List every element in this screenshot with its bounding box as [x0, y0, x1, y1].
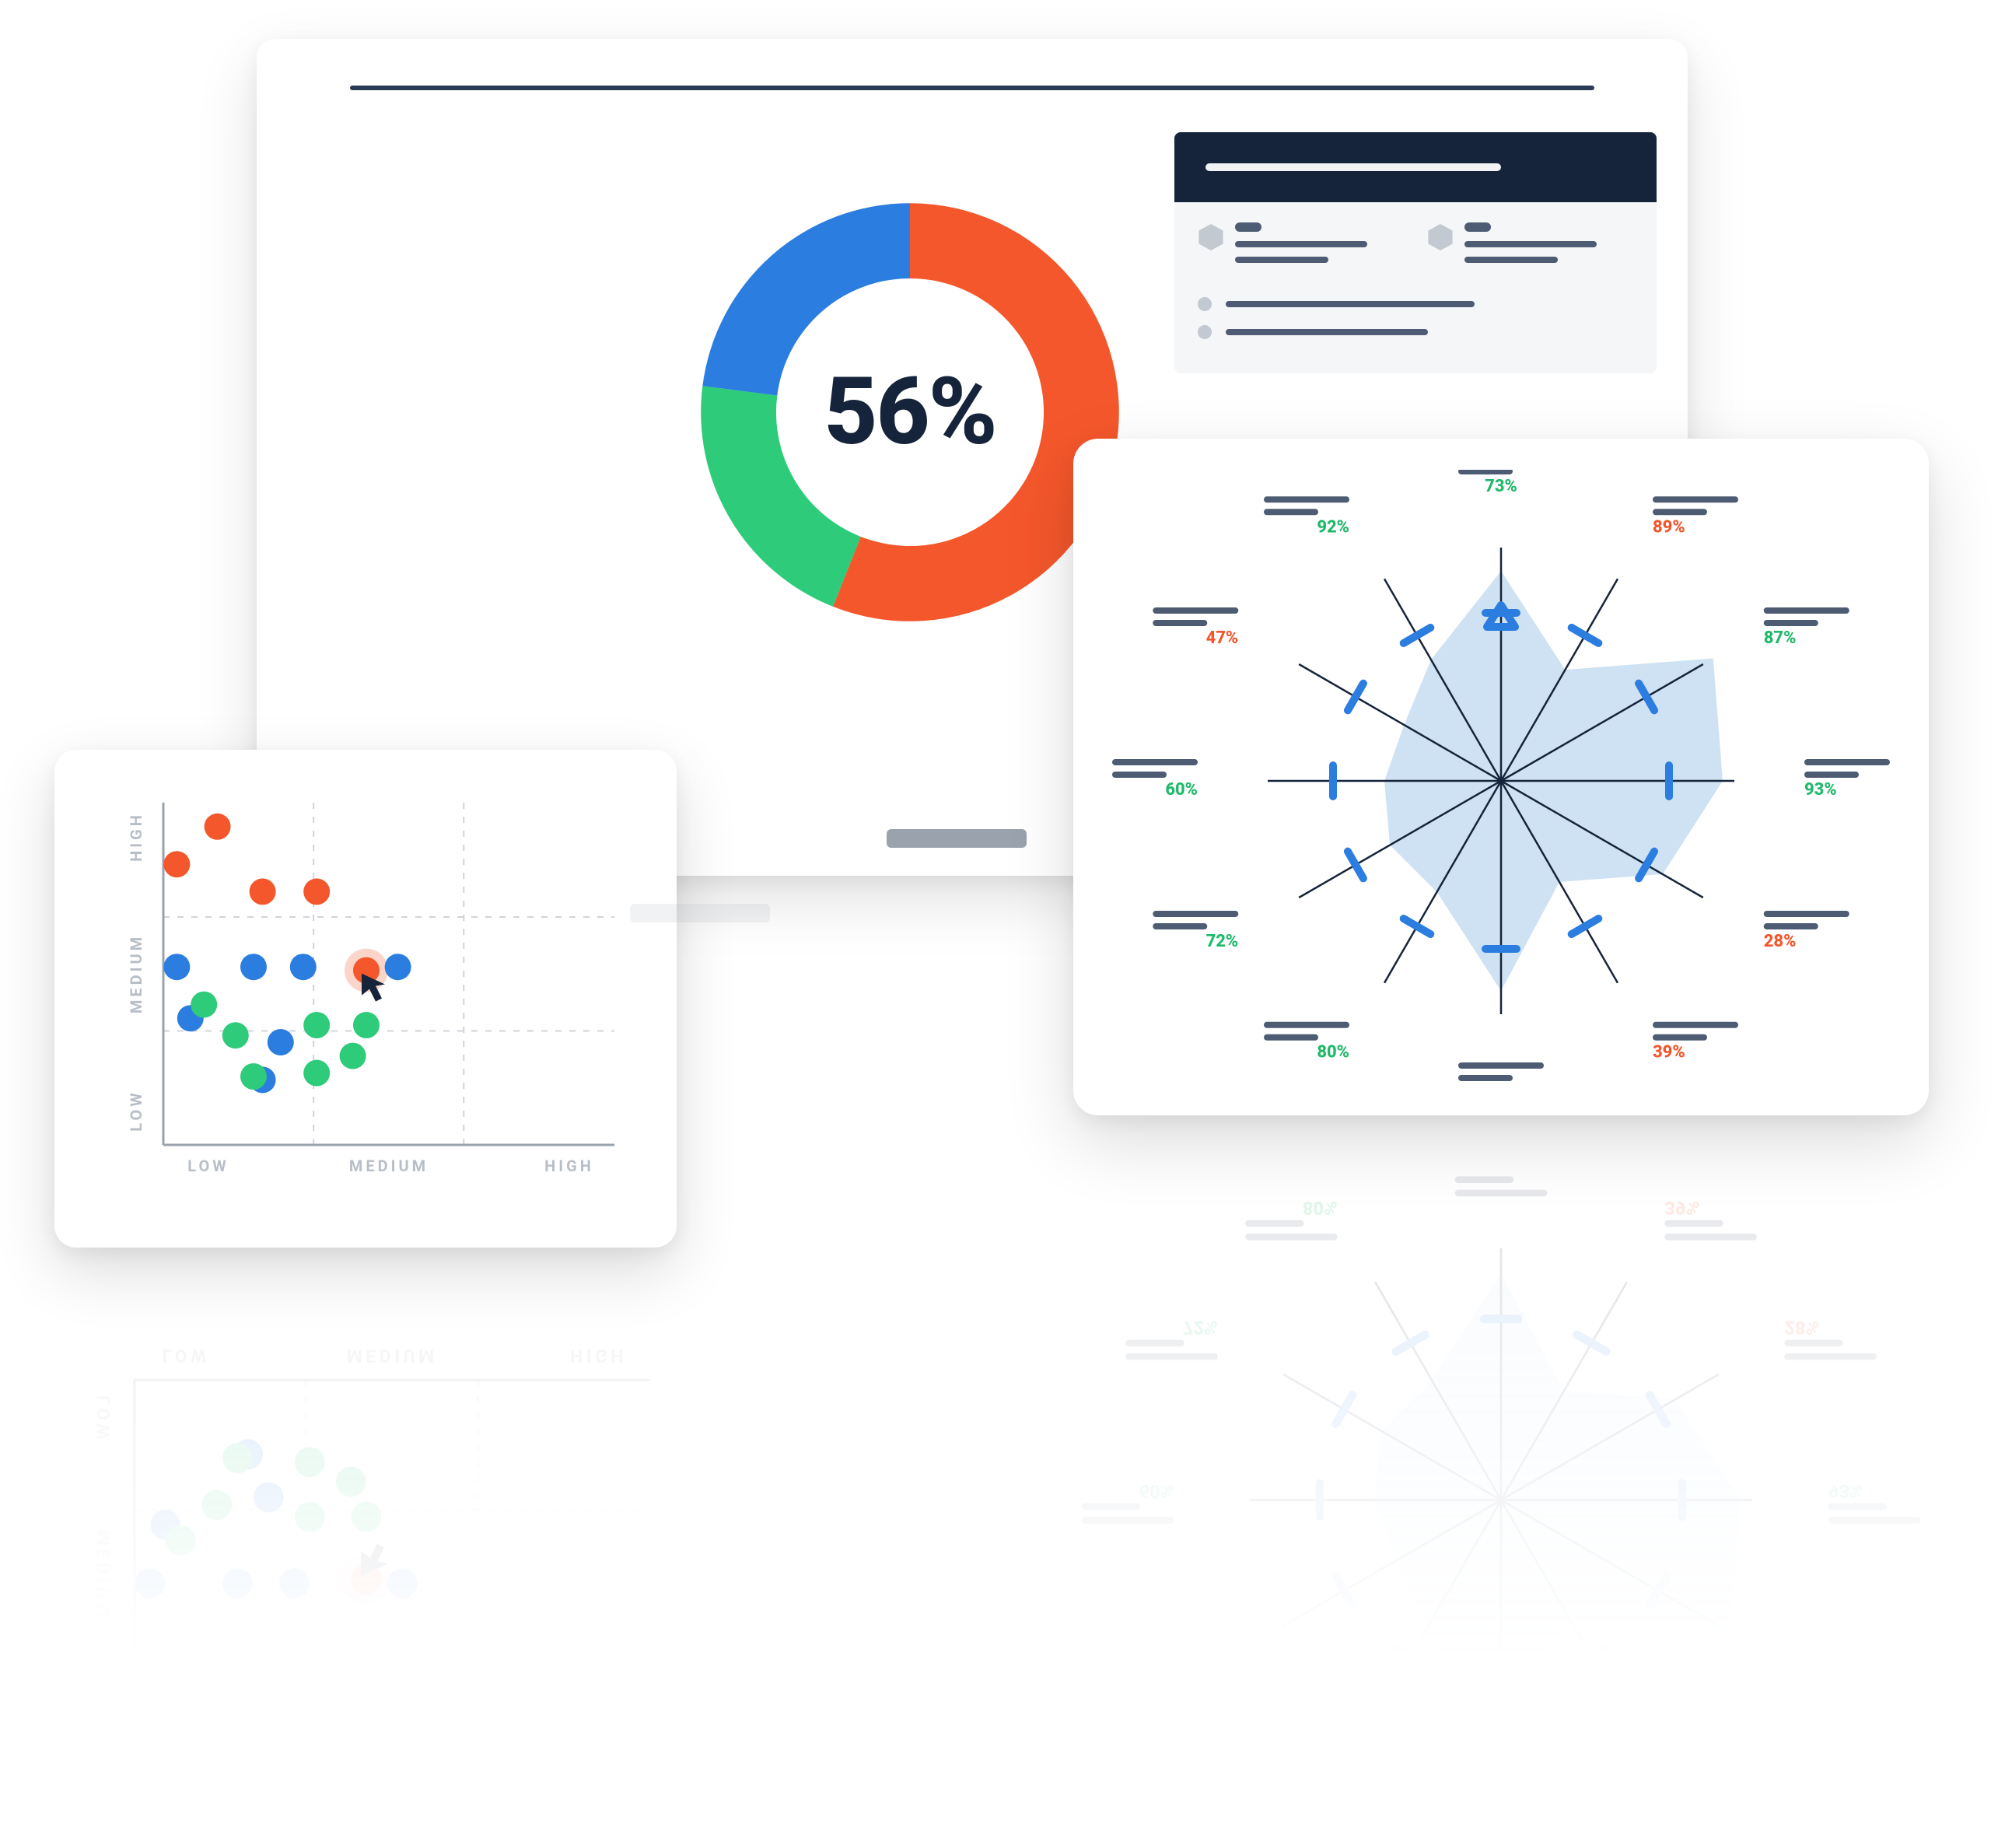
side-panel-title-placeholder — [1205, 163, 1501, 171]
svg-text:LOW: LOW — [93, 1395, 114, 1443]
reflection: LOW MEDIUM HIGH LOW MEDIUM HIGH — [54, 1291, 677, 1789]
svg-text:HIGH: HIGH — [93, 1703, 114, 1760]
svg-text:LOW: LOW — [187, 1157, 229, 1175]
scatter-chart-card: LOW MEDIUM HIGH LOW MEDIUM HIGH — [54, 750, 677, 1248]
card-title-placeholder — [350, 86, 1594, 90]
radar-axis-percent: 72% — [1206, 932, 1239, 951]
radar-chart: 73% 89% 87% 93% 28% 39% 79% 80% 72% 60% 47% 92% — [1104, 470, 1898, 1084]
radar-axis-percent: 73% — [1484, 1808, 1519, 1829]
svg-text:HIGH: HIGH — [570, 1345, 627, 1366]
side-panel-list — [1174, 280, 1657, 373]
footer-indicator — [887, 829, 1027, 848]
radar-axis-percent: 47% — [1206, 628, 1239, 648]
radar-axis-percent: 60% — [1139, 1480, 1174, 1502]
radar-axis-percent: 60% — [1165, 780, 1198, 800]
radar-axis-percent: 28% — [1784, 1317, 1819, 1339]
radar-axis-percent: 72% — [1183, 1317, 1218, 1339]
svg-text:MEDIUM: MEDIUM — [127, 934, 145, 1013]
list-item — [1198, 325, 1633, 339]
svg-text:LOW: LOW — [163, 1345, 210, 1366]
hexagon-icon — [1198, 222, 1224, 252]
radar-axis-percent: 92% — [1303, 1763, 1338, 1785]
side-panel-stat-1 — [1198, 222, 1404, 272]
hexagon-icon — [1427, 222, 1454, 252]
radar-axis-percent: 89% — [1653, 517, 1685, 537]
donut-center-label: 56% — [692, 194, 1128, 630]
radar-axis-percent: 92% — [1317, 517, 1349, 537]
list-item — [1198, 297, 1633, 311]
radar-axis-percent: 39% — [1653, 1043, 1685, 1062]
radar-axis-percent: 28% — [1764, 932, 1797, 951]
svg-text:LOW: LOW — [127, 1090, 145, 1131]
radar-axis-percent: 93% — [1828, 1480, 1863, 1502]
donut-chart: 56% — [692, 194, 1128, 630]
svg-text:MEDIUM: MEDIUM — [347, 1345, 438, 1366]
radar-axis-percent: 87% — [1764, 628, 1797, 648]
svg-text:MEDIUM: MEDIUM — [93, 1530, 114, 1621]
radar-chart-card: 73% 89% 87% 93% 28% 39% 79% 80% 72% 60% 47% 92% — [1073, 439, 1929, 1115]
radar-axis-percent: 89% — [1664, 1763, 1699, 1785]
svg-text:MEDIUM: MEDIUM — [349, 1157, 429, 1175]
radar-axis-percent: 73% — [1485, 477, 1517, 496]
side-panel — [1174, 132, 1657, 373]
radar-axis-percent: 79% — [1485, 1083, 1517, 1084]
radar-axis-percent: 39% — [1664, 1197, 1699, 1219]
radar-axis-percent: 47% — [1183, 1644, 1218, 1666]
side-panel-header — [1174, 132, 1657, 202]
svg-text:HIGH: HIGH — [127, 812, 145, 862]
radar-axis-percent: 87% — [1784, 1644, 1819, 1666]
side-panel-stat-2 — [1427, 222, 1633, 272]
svg-text:HIGH: HIGH — [544, 1157, 594, 1175]
radar-axis-percent: 80% — [1303, 1197, 1338, 1219]
radar-axis-percent: 93% — [1804, 780, 1837, 800]
reflection: 73% 89% 87% 93% 28% 39% 79% 80% 72% 60% 47% 92% — [1073, 1159, 1929, 1836]
radar-axis-percent: 80% — [1317, 1043, 1349, 1062]
scatter-chart: LOW MEDIUM HIGH LOW MEDIUM HIGH — [93, 786, 638, 1209]
radar-axis-percent: 79% — [1484, 1173, 1519, 1175]
